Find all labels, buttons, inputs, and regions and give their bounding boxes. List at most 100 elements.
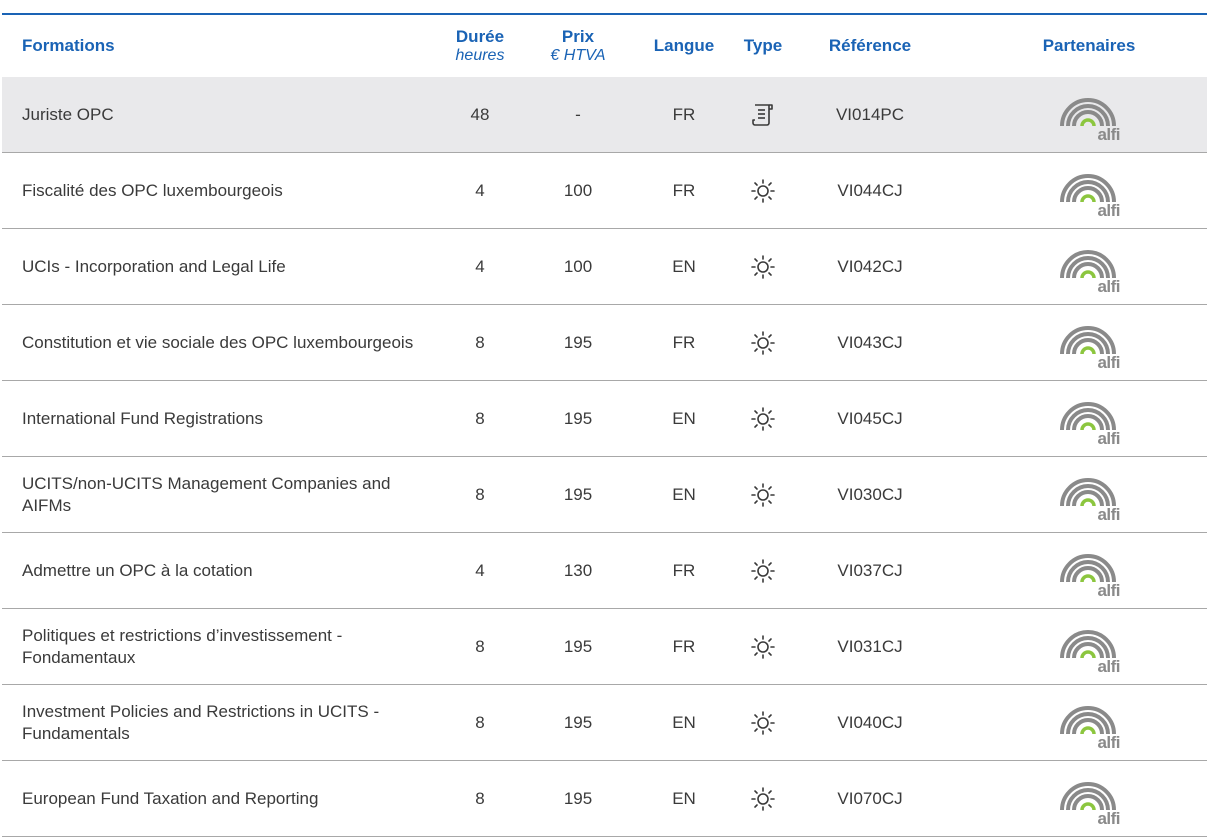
alfi-wordmark: alfi [1097,505,1120,524]
sun-icon [750,558,776,584]
table-row[interactable]: European Fund Taxation and Reporting 8 1… [2,761,1207,837]
alfi-logo: alfi [1054,542,1124,600]
langue-value: FR [672,333,696,352]
sun-icon [750,178,776,204]
reference-value: VI043CJ [837,333,903,352]
header-prix-label: Prix [561,27,595,46]
header-duree-unit: heures [455,47,505,64]
reference-value: VI031CJ [837,637,903,656]
langue-value: EN [672,713,696,732]
prix-value: 100 [563,181,593,200]
alfi-wordmark: alfi [1097,809,1120,828]
type-cell [732,77,794,153]
duree-value: 4 [475,561,485,580]
table-row[interactable]: Fiscalité des OPC luxembourgeois 4 100 F… [2,153,1207,229]
partner-cell: alfi [990,77,1188,153]
table-row[interactable]: International Fund Registrations 8 195 E… [2,381,1207,457]
duree-value: 4 [475,257,485,276]
formation-name: Juriste OPC [22,105,114,124]
prix-value: 195 [563,637,593,656]
formation-name: European Fund Taxation and Reporting [22,789,319,808]
table-header: Formations Durée heures Prix € HTVA Lang… [0,15,1209,77]
header-reference: Référence [828,36,912,55]
table-row[interactable]: Juriste OPC 48 - FR VI014PC alfi [2,77,1207,153]
alfi-logo: alfi [1054,390,1124,448]
reference-value: VI037CJ [837,561,903,580]
langue-value: EN [672,257,696,276]
duree-value: 4 [475,181,485,200]
table-row[interactable]: Politiques et restrictions d’investissem… [2,609,1207,685]
table-row[interactable]: Investment Policies and Restrictions in … [2,685,1207,761]
alfi-logo: alfi [1054,466,1124,524]
alfi-wordmark: alfi [1097,657,1120,676]
type-cell [732,457,794,533]
duree-value: 8 [475,789,485,808]
alfi-logo: alfi [1054,314,1124,372]
reference-value: VI070CJ [837,789,903,808]
reference-value: VI014PC [835,105,905,124]
prix-value: 195 [563,713,593,732]
duree-value: 8 [475,485,485,504]
header-duree: Durée heures [440,15,520,77]
formation-name: Fiscalité des OPC luxembourgeois [22,181,283,200]
alfi-logo: alfi [1054,86,1124,144]
type-cell [732,305,794,381]
reference-value: VI045CJ [837,409,903,428]
header-prix-unit: € HTVA [550,47,606,64]
table-row[interactable]: UCIs - Incorporation and Legal Life 4 10… [2,229,1207,305]
duree-value: 8 [475,333,485,352]
langue-value: FR [672,561,696,580]
partner-cell: alfi [990,685,1188,761]
type-cell [732,685,794,761]
formation-name: UCIs - Incorporation and Legal Life [22,257,286,276]
prix-value: 195 [563,333,593,352]
table-row[interactable]: UCITS/non-UCITS Management Companies and… [2,457,1207,533]
header-langue: Langue [653,36,715,55]
duree-value: 8 [475,713,485,732]
type-cell [732,609,794,685]
sun-icon [750,406,776,432]
duree-value: 8 [475,409,485,428]
langue-value: EN [672,485,696,504]
reference-value: VI030CJ [837,485,903,504]
header-partenaires: Partenaires [1042,36,1136,55]
duree-value: 8 [475,637,485,656]
sun-icon [750,634,776,660]
partner-cell: alfi [990,609,1188,685]
prix-value: 195 [563,409,593,428]
prix-value: 195 [563,485,593,504]
sun-icon [750,330,776,356]
alfi-wordmark: alfi [1097,277,1120,296]
alfi-logo: alfi [1054,618,1124,676]
sun-icon [750,482,776,508]
header-type: Type [743,36,783,55]
alfi-wordmark: alfi [1097,733,1120,752]
formation-name: Constitution et vie sociale des OPC luxe… [22,333,414,352]
langue-value: EN [672,789,696,808]
reference-value: VI042CJ [837,257,903,276]
sun-icon [750,710,776,736]
formations-table: Formations Durée heures Prix € HTVA Lang… [0,0,1209,837]
alfi-wordmark: alfi [1097,353,1120,372]
partner-cell: alfi [990,533,1188,609]
partner-cell: alfi [990,381,1188,457]
formation-name: UCITS/non-UCITS Management Companies and… [22,474,391,515]
alfi-wordmark: alfi [1097,581,1120,600]
langue-value: FR [672,105,696,124]
type-cell [732,381,794,457]
langue-value: EN [672,409,696,428]
table-row[interactable]: Constitution et vie sociale des OPC luxe… [2,305,1207,381]
prix-value: - [575,105,581,124]
type-cell [732,761,794,837]
formation-name: Investment Policies and Restrictions in … [22,702,380,743]
langue-value: FR [672,181,696,200]
partner-cell: alfi [990,229,1188,305]
alfi-logo: alfi [1054,238,1124,296]
document-scroll-icon [750,102,776,128]
reference-value: VI040CJ [837,713,903,732]
table-row[interactable]: Admettre un OPC à la cotation 4 130 FR V… [2,533,1207,609]
alfi-logo: alfi [1054,770,1124,828]
header-duree-label: Durée [455,27,505,46]
alfi-wordmark: alfi [1097,125,1120,144]
alfi-logo: alfi [1054,162,1124,220]
